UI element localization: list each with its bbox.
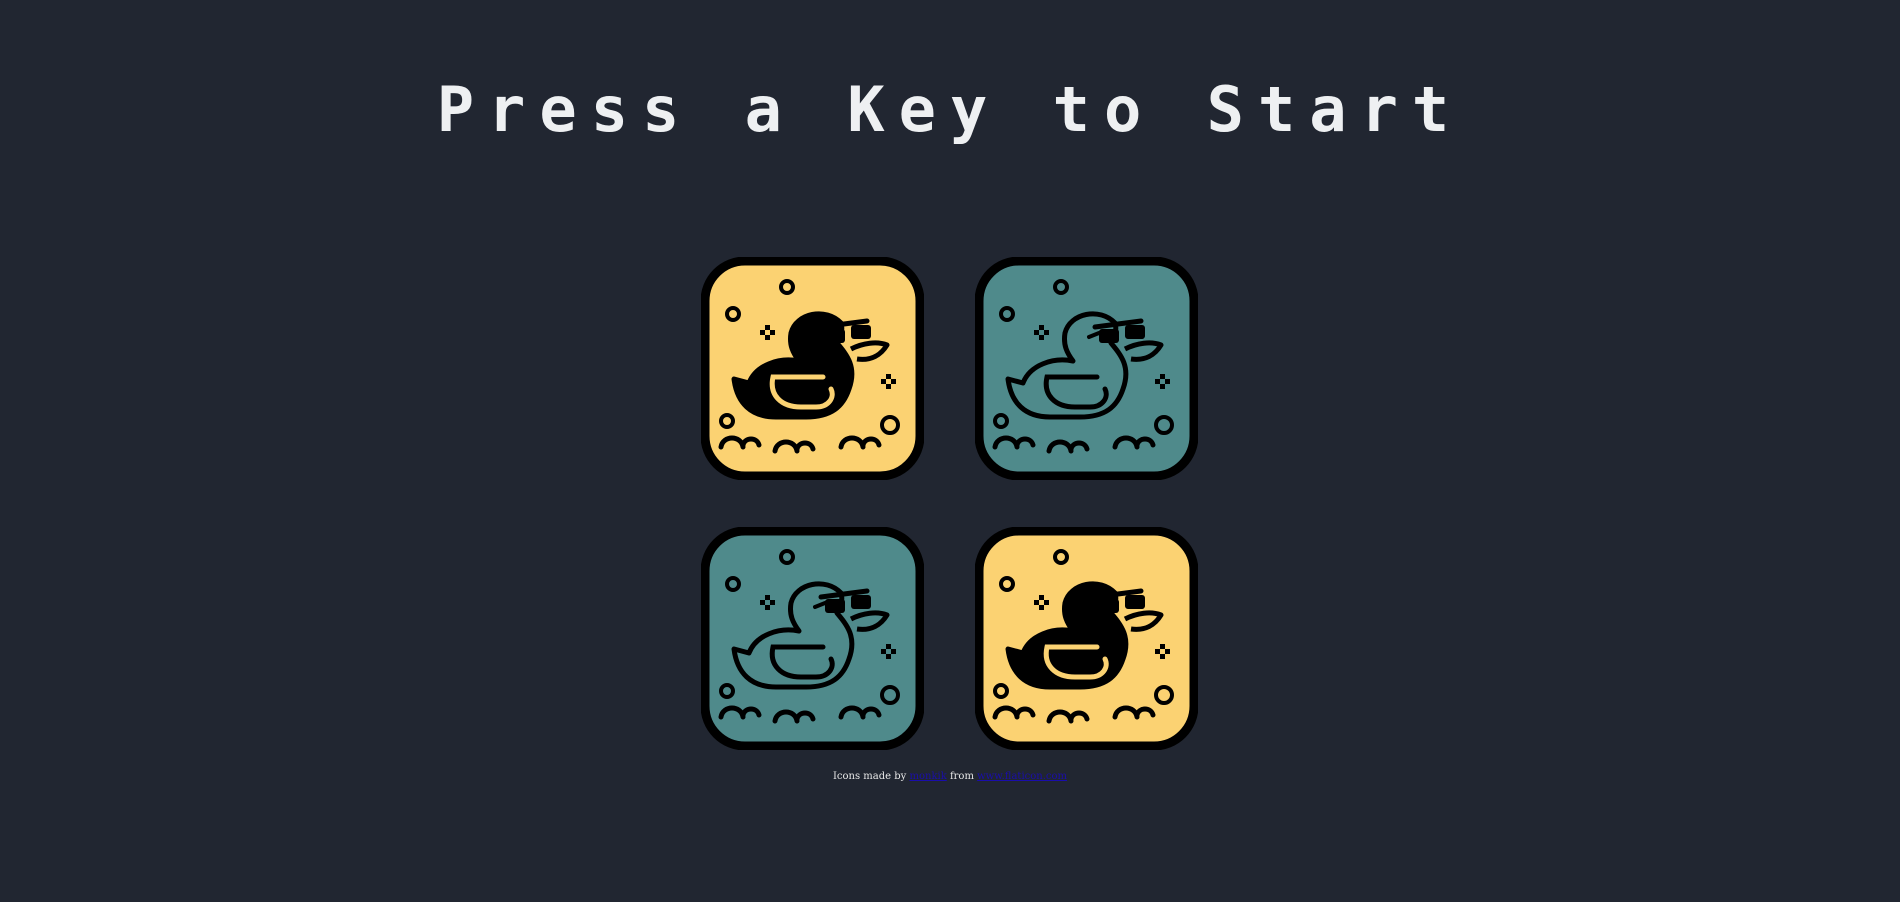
duck-tile-1[interactable]: [701, 257, 924, 480]
icon-credit: Icons made by monkik from www.flaticon.c…: [0, 771, 1900, 782]
site-link[interactable]: www.flaticon.com: [977, 771, 1067, 782]
tile-board: [701, 257, 1198, 750]
page-title: Press a Key to Start: [436, 73, 1464, 146]
duck-tile-2[interactable]: [975, 257, 1198, 480]
duck-tile-4[interactable]: [975, 527, 1198, 750]
credit-middle: from: [949, 771, 974, 782]
duck-with-sunglasses-icon: [701, 527, 924, 750]
credit-prefix: Icons made by: [832, 771, 907, 782]
author-link[interactable]: monkik: [910, 771, 947, 782]
duck-with-sunglasses-icon: [975, 527, 1198, 750]
duck-with-sunglasses-icon: [701, 257, 924, 480]
duck-tile-3[interactable]: [701, 527, 924, 750]
duck-with-sunglasses-icon: [975, 257, 1198, 480]
